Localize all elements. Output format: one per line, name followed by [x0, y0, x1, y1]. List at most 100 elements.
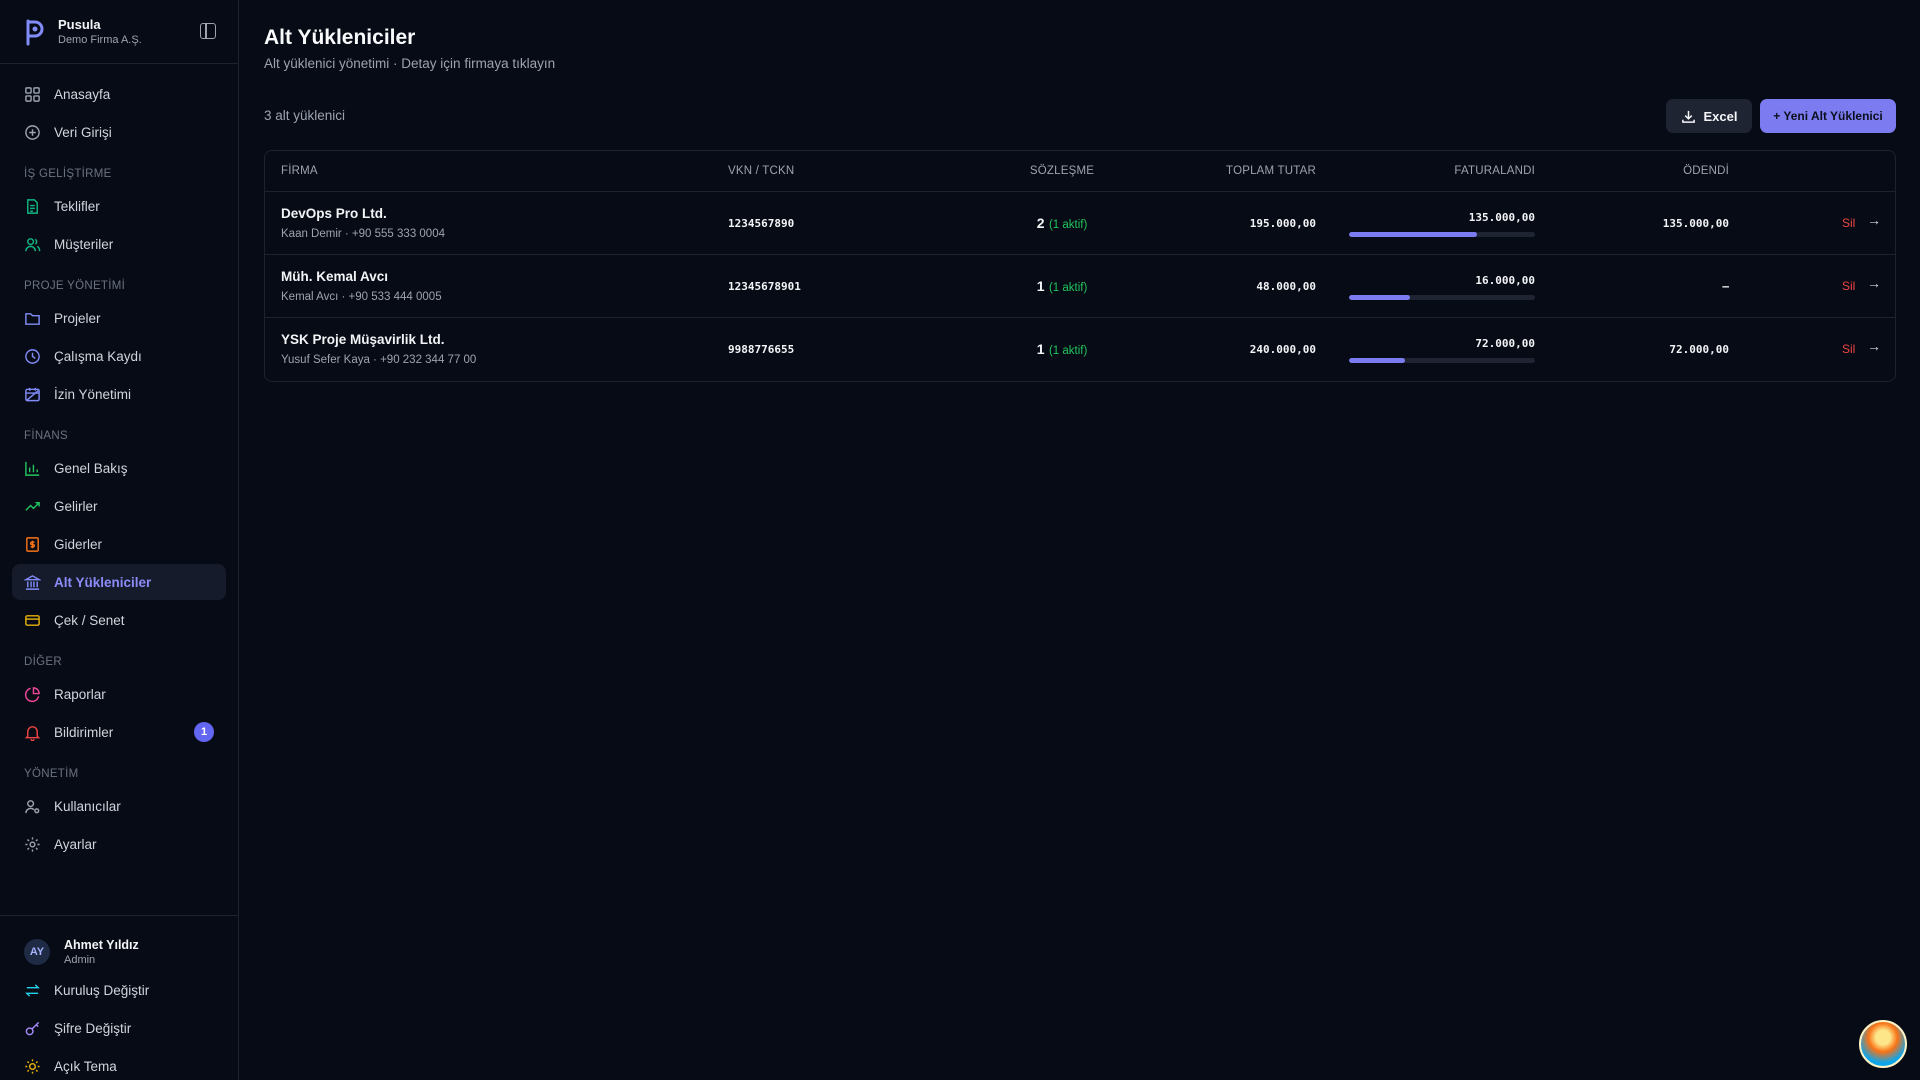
invoiced-progress-fill [1349, 295, 1411, 300]
page-title: Alt Yükleniciler [264, 26, 416, 49]
delete-button[interactable]: Sil [1842, 342, 1855, 356]
column-header-contract[interactable]: SÖZLEŞME [987, 165, 1137, 177]
sidebar-item-calisma-kaydi[interactable]: Çalışma Kaydı [12, 338, 226, 374]
sidebar-item-projeler[interactable]: Projeler [12, 300, 226, 336]
card-icon [25, 614, 40, 626]
invoiced-progress-bar [1349, 295, 1535, 300]
sidebar-item-anasayfa[interactable]: Anasayfa [12, 76, 226, 112]
trending-up-icon [25, 501, 40, 511]
delete-button[interactable]: Sil [1842, 279, 1855, 293]
table-row[interactable]: YSK Proje Müşavirlik Ltd. Yusuf Sefer Ka… [265, 318, 1895, 381]
sidebar-item-ayarlar[interactable]: Ayarlar [12, 826, 226, 862]
nav-section-title: İŞ GELİŞTİRME [24, 168, 112, 180]
sidebar-item-label: Çalışma Kaydı [54, 348, 142, 364]
sidebar-item-cek-senet[interactable]: Çek / Senet [12, 602, 226, 638]
firm-contact: Kaan Demir · +90 555 333 0004 [281, 228, 445, 240]
avatar: AY [24, 939, 50, 965]
sidebar-item-label: İzin Yönetimi [54, 386, 132, 402]
column-header-total[interactable]: TOPLAM TUTAR [1226, 165, 1316, 177]
switch-organization-button[interactable]: Kuruluş Değiştir [12, 972, 226, 1008]
sidebar-item-kullanicilar[interactable]: Kullanıcılar [12, 788, 226, 824]
vkn-value: 9988776655 [728, 343, 795, 356]
clock-icon [25, 348, 40, 364]
sidebar-item-label: Bildirimler [54, 724, 114, 740]
folder-icon [25, 312, 40, 325]
grid-icon [25, 86, 40, 102]
sidebar-item-giderler[interactable]: Giderler [12, 526, 226, 562]
contract-number: 2 [1036, 215, 1045, 231]
contract-active: (1 aktif) [1048, 282, 1088, 294]
firm-name[interactable]: DevOps Pro Ltd. [281, 206, 387, 221]
vkn-value: 1234567890 [728, 217, 795, 230]
sidebar-item-label: Şifre Değiştir [54, 1020, 132, 1036]
arrow-right-icon[interactable]: → [1867, 338, 1881, 354]
contract-number: 1 [1036, 278, 1045, 294]
floating-assistant-avatar[interactable] [1859, 1020, 1907, 1068]
sidebar-item-izin-yonetimi[interactable]: İzin Yönetimi [12, 376, 226, 412]
users-icon [25, 237, 41, 251]
sidebar-item-veri-girisi[interactable]: Veri Girişi [12, 114, 226, 150]
invoiced-progress-fill [1349, 232, 1478, 237]
invoiced-amount: 135.000,00 [1468, 211, 1535, 224]
sidebar: Pusula Demo Firma A.Ş. Anasayfa Veri Gir… [0, 0, 239, 1080]
bank-icon [24, 574, 41, 590]
sidebar-item-gelirler[interactable]: Gelirler [12, 488, 226, 524]
column-header-firm[interactable]: FİRMA [281, 165, 318, 177]
subcontractors-table: FİRMA VKN / TCKN SÖZLEŞME TOPLAM TUTAR F… [264, 150, 1896, 382]
excel-export-button[interactable]: Excel [1666, 99, 1752, 133]
bell-icon [24, 725, 41, 741]
user-profile[interactable]: AY Ahmet Yıldız Admin [12, 924, 226, 972]
firm-name[interactable]: Müh. Kemal Avcı [281, 269, 388, 284]
sidebar-item-alt-yukleniciler[interactable]: Alt Yükleniciler [12, 564, 226, 600]
sidebar-collapse-icon[interactable] [200, 23, 216, 39]
user-name: Ahmet Yıldız [64, 938, 139, 952]
sidebar-item-label: Gelirler [54, 498, 98, 514]
sun-icon [25, 1058, 40, 1074]
invoiced-progress-bar [1349, 358, 1535, 363]
contract-number: 1 [1036, 341, 1045, 357]
table-row[interactable]: Müh. Kemal Avcı Kemal Avcı · +90 533 444… [265, 255, 1895, 318]
table-header: FİRMA VKN / TCKN SÖZLEŞME TOPLAM TUTAR F… [265, 151, 1895, 192]
nav-section-title: PROJE YÖNETİMİ [24, 280, 126, 292]
column-header-invoiced[interactable]: FATURALANDI [1454, 165, 1535, 177]
column-header-paid[interactable]: ÖDENDİ [1683, 165, 1729, 177]
firm-name[interactable]: YSK Proje Müşavirlik Ltd. [281, 332, 445, 347]
sidebar-item-label: Raporlar [54, 686, 106, 702]
sidebar-item-label: Giderler [54, 536, 103, 552]
user-gear-icon [25, 799, 40, 813]
main-content: Alt Yükleniciler Alt yüklenici yönetimi … [240, 0, 1920, 1080]
vkn-value: 12345678901 [728, 280, 801, 293]
arrow-right-icon[interactable]: → [1867, 275, 1881, 291]
column-header-vkn[interactable]: VKN / TCKN [728, 165, 794, 177]
contract-count: 1 (1 aktif) [987, 341, 1137, 359]
notification-count-badge: 1 [194, 722, 214, 742]
table-row[interactable]: DevOps Pro Ltd. Kaan Demir · +90 555 333… [265, 192, 1895, 255]
calendar-off-icon [25, 387, 40, 401]
change-password-button[interactable]: Şifre Değiştir [12, 1010, 226, 1046]
light-theme-button[interactable]: Açık Tema [12, 1048, 226, 1080]
pie-chart-icon [24, 686, 40, 702]
sidebar-item-label: Açık Tema [54, 1058, 117, 1074]
total-amount: 240.000,00 [1249, 343, 1316, 356]
sidebar-item-bildirimler[interactable]: Bildirimler 1 [12, 714, 226, 750]
add-subcontractor-button[interactable]: + Yeni Alt Yüklenici [1760, 99, 1896, 133]
sidebar-item-teklifler[interactable]: Teklifler [12, 188, 226, 224]
bar-chart-icon [25, 461, 40, 476]
user-area: AY Ahmet Yıldız Admin Kuruluş Değiştir Ş… [0, 915, 238, 1080]
sidebar-item-label: Alt Yükleniciler [54, 574, 152, 590]
download-icon [1681, 110, 1695, 123]
arrow-right-icon[interactable]: → [1867, 212, 1881, 228]
delete-button[interactable]: Sil [1842, 216, 1855, 230]
document-icon [27, 198, 38, 214]
brand-name: Pusula [58, 17, 101, 32]
total-amount: 195.000,00 [1249, 217, 1316, 230]
sidebar-item-label: Veri Girişi [54, 124, 112, 140]
sidebar-item-genel-bakis[interactable]: Genel Bakış [12, 450, 226, 486]
firm-contact: Yusuf Sefer Kaya · +90 232 344 77 00 [281, 354, 477, 366]
sidebar-item-label: Ayarlar [54, 836, 97, 852]
sidebar-item-label: Kullanıcılar [54, 798, 121, 814]
gear-icon [25, 836, 40, 852]
sidebar-item-raporlar[interactable]: Raporlar [12, 676, 226, 712]
sidebar-nav: Anasayfa Veri Girişi İŞ GELİŞTİRME Tekli… [0, 64, 238, 862]
sidebar-item-musteriler[interactable]: Müşteriler [12, 226, 226, 262]
